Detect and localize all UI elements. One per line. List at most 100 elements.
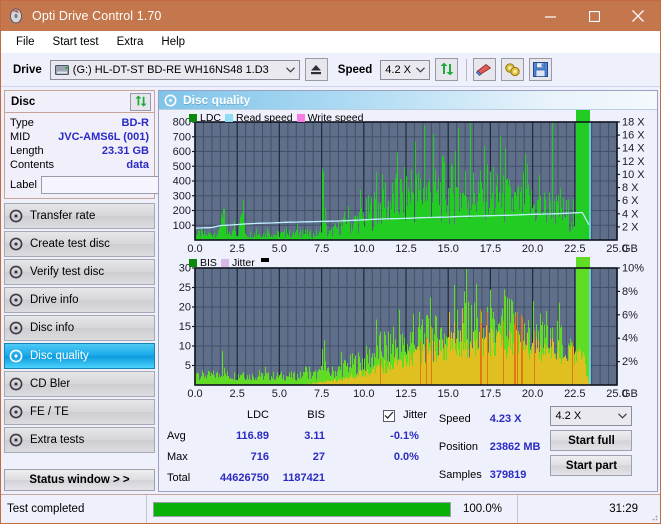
floppy-icon: [533, 62, 549, 77]
erase-button[interactable]: [473, 58, 497, 81]
legend-marker-icon: [260, 258, 269, 262]
sidebar-item-cd-bler[interactable]: CD Bler: [4, 371, 155, 397]
ldc-chart[interactable]: 1002003004005006007008002 X4 X6 X8 X10 X…: [159, 110, 655, 257]
elapsed-time: 31:29: [609, 503, 638, 515]
svg-text:10 X: 10 X: [622, 169, 645, 181]
maximize-button[interactable]: [572, 1, 616, 31]
sidebar-item-disc-info[interactable]: Disc info: [4, 315, 155, 341]
disc-label-row: Label: [10, 175, 244, 194]
disc-row-value: 23.31 GB: [101, 145, 149, 157]
sidebar-item-disc-quality[interactable]: Disc quality: [4, 343, 155, 369]
svg-text:300: 300: [173, 190, 191, 202]
status-bar: Test completed 100.0% 31:29: [1, 494, 660, 523]
menu-item-file[interactable]: File: [7, 34, 44, 50]
disc-icon: [9, 237, 23, 251]
sidebar-item-fe-te[interactable]: FE / TE: [4, 399, 155, 425]
disc-icon: [9, 433, 23, 447]
refresh-icon: [134, 95, 147, 107]
progress-bar-fill: [154, 502, 450, 516]
speed-value: 4.2 X: [385, 63, 411, 76]
svg-text:15.0: 15.0: [437, 243, 458, 255]
progress-bar: [153, 501, 451, 517]
sidebar-item-verify-test-disc[interactable]: Verify test disc: [4, 259, 155, 285]
sidebar-item-label: Create test disc: [30, 238, 110, 250]
disc-row-key: Contents: [10, 159, 55, 171]
legend-item-ldc: LDC: [189, 112, 221, 124]
chevron-down-icon[interactable]: [614, 413, 631, 419]
disc-row-type: Type BD-R: [10, 116, 149, 130]
svg-text:5.0: 5.0: [272, 243, 287, 255]
menu-item-help[interactable]: Help: [152, 34, 194, 50]
svg-text:2.5: 2.5: [230, 388, 245, 400]
legend-swatch: [189, 114, 197, 122]
chevron-down-icon[interactable]: [412, 66, 429, 73]
sidebar-item-label: CD Bler: [30, 378, 71, 390]
chevron-down-icon[interactable]: [282, 66, 299, 73]
table-row: Speed 4.23 X: [435, 405, 545, 433]
disc-panel-header: Disc: [5, 91, 154, 113]
disc-row-value: JVC-AMS6L (001): [58, 131, 149, 143]
bis-chart-legend: BIS Jitter: [189, 257, 269, 269]
stats-panel: LDC BIS Jitter Avg 116.89 3.11 -0.1% Max…: [159, 402, 657, 491]
disc-info-panel: Disc Type BD-R MID JVC-AMS6L (001) Lengt…: [4, 90, 244, 199]
drive-label: Drive: [13, 63, 42, 76]
disc-icon: [9, 321, 23, 335]
bis-chart[interactable]: 510152025302%4%6%8%10%0.0 2.5 5.0 7.5 10.0 12…: [159, 257, 655, 402]
svg-text:7.5: 7.5: [314, 243, 329, 255]
legend-label: Read speed: [236, 112, 293, 124]
test-info-table: Speed 4.23 X Position 23862 MB Samples 3…: [435, 405, 545, 489]
row-label-total: Total: [167, 472, 191, 484]
progress-percent: 100.0%: [463, 503, 503, 515]
disc-row-length: Length 23.31 GB: [10, 144, 149, 158]
disc-icon: [9, 377, 23, 391]
resize-grip-icon[interactable]: [648, 511, 658, 521]
sidebar-item-drive-info[interactable]: Drive info: [4, 287, 155, 313]
disc-row-key: Length: [10, 145, 44, 157]
svg-text:GB: GB: [622, 388, 638, 400]
menu-item-extra[interactable]: Extra: [108, 34, 153, 50]
jitter-header-cell: Jitter: [377, 405, 431, 426]
menu-item-start-test[interactable]: Start test: [44, 34, 108, 50]
legend-item-jitter: Jitter: [220, 257, 255, 269]
drive-select[interactable]: (G:) HL-DT-ST BD-RE WH16NS48 1.D3: [49, 59, 300, 80]
disc-properties: Type BD-R MID JVC-AMS6L (001) Length 23.…: [5, 113, 244, 198]
speed-info-label: Speed: [438, 412, 471, 425]
svg-text:16 X: 16 X: [622, 130, 645, 142]
samples-value: 379819: [489, 468, 527, 481]
sidebar-item-extra-tests[interactable]: Extra tests: [4, 427, 155, 453]
legend-swatch: [189, 259, 197, 267]
eject-button[interactable]: [304, 58, 328, 81]
minimize-button[interactable]: [528, 1, 572, 31]
close-button[interactable]: [616, 1, 660, 31]
svg-text:4%: 4%: [622, 333, 638, 345]
svg-text:15.0: 15.0: [437, 388, 458, 400]
table-header-row: LDC BIS Jitter: [163, 405, 431, 426]
sidebar-item-transfer-rate[interactable]: Transfer rate: [4, 203, 155, 229]
max-jitter-value: 0.0%: [393, 451, 419, 463]
svg-text:6 X: 6 X: [622, 195, 639, 207]
jitter-checkbox[interactable]: [383, 409, 395, 422]
column-header-bis: BIS: [307, 409, 325, 421]
save-button[interactable]: [529, 58, 553, 81]
sidebar-item-create-test-disc[interactable]: Create test disc: [4, 231, 155, 257]
row-label-max: Max: [167, 451, 188, 463]
refresh-drive-button[interactable]: [435, 58, 459, 81]
svg-text:5.0: 5.0: [272, 388, 287, 400]
svg-text:GB: GB: [622, 243, 638, 255]
svg-text:2%: 2%: [622, 356, 638, 368]
svg-text:14 X: 14 X: [622, 143, 645, 155]
start-full-button[interactable]: Start full: [550, 430, 633, 451]
svg-text:500: 500: [173, 161, 191, 173]
speed-select[interactable]: 4.2 X: [380, 59, 431, 80]
svg-text:0.0: 0.0: [187, 388, 202, 400]
disc-refresh-button[interactable]: [130, 92, 151, 111]
start-part-button[interactable]: Start part: [550, 455, 633, 476]
status-window-button[interactable]: Status window > >: [4, 469, 155, 491]
test-speed-select[interactable]: 4.2 X: [550, 406, 633, 426]
settings-button[interactable]: [501, 58, 525, 81]
svg-text:8 X: 8 X: [622, 182, 639, 194]
position-value: 23862 MB: [489, 440, 541, 453]
table-row: Max 716 27 0.0%: [163, 447, 431, 468]
row-label-avg: Avg: [167, 430, 186, 442]
disc-icon: [9, 209, 23, 223]
